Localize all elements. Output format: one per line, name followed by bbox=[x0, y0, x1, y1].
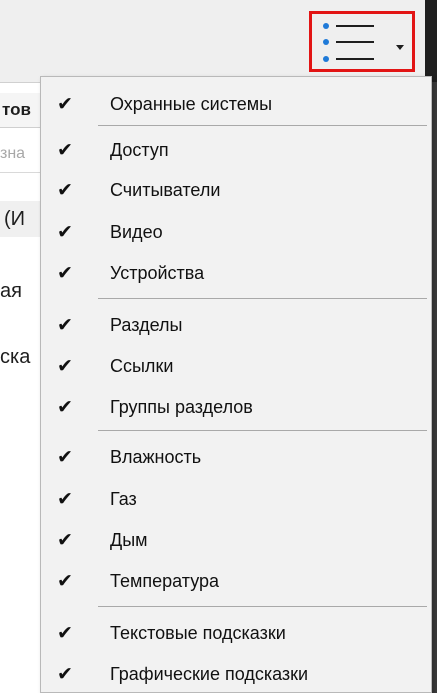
chevron-down-icon bbox=[396, 45, 404, 50]
menu-item-readers[interactable]: ✔ Считыватели bbox=[41, 170, 431, 210]
list-item[interactable]: ска bbox=[0, 341, 40, 373]
menu-item-label: Охранные системы bbox=[110, 94, 273, 114]
checkmark-icon: ✔ bbox=[57, 179, 73, 201]
menu-separator bbox=[98, 125, 427, 126]
checkmark-icon: ✔ bbox=[57, 570, 73, 592]
menu-item-devices[interactable]: ✔ Устройства bbox=[41, 253, 431, 293]
menu-item-label: Видео bbox=[110, 222, 163, 242]
menu-item-label: Считыватели bbox=[110, 180, 221, 200]
checkmark-icon: ✔ bbox=[57, 396, 73, 418]
menu-item-security-systems[interactable]: ✔ Охранные системы bbox=[41, 84, 431, 124]
menu-item-label: Дым bbox=[110, 530, 148, 550]
bullet-dot-icon bbox=[323, 23, 329, 29]
background-panel: тов зна (И ая ска bbox=[0, 83, 40, 693]
checkmark-icon: ✔ bbox=[57, 488, 73, 510]
checkmark-icon: ✔ bbox=[57, 446, 73, 468]
column-header[interactable]: тов bbox=[0, 93, 40, 128]
checkmark-icon: ✔ bbox=[57, 622, 73, 644]
menu-item-label: Температура bbox=[110, 571, 220, 591]
checkmark-icon: ✔ bbox=[57, 663, 73, 685]
list-line-icon bbox=[336, 25, 374, 27]
checkmark-icon: ✔ bbox=[57, 529, 73, 551]
menu-item-label: Графические подсказки bbox=[110, 664, 309, 684]
list-view-button[interactable] bbox=[309, 11, 415, 72]
menu-item-label: Разделы bbox=[110, 315, 183, 335]
menu-item-text-hints[interactable]: ✔ Текстовые подсказки bbox=[41, 613, 431, 653]
menu-item-smoke[interactable]: ✔ Дым bbox=[41, 520, 431, 560]
checkmark-icon: ✔ bbox=[57, 221, 73, 243]
bullet-dot-icon bbox=[323, 56, 329, 62]
menu-item-label: Ссылки bbox=[110, 356, 174, 376]
menu-item-links[interactable]: ✔ Ссылки bbox=[41, 346, 431, 386]
list-item[interactable]: ая bbox=[0, 275, 40, 307]
menu-item-label: Влажность bbox=[110, 447, 202, 467]
menu-item-label: Текстовые подсказки bbox=[110, 623, 286, 643]
checkmark-icon: ✔ bbox=[57, 139, 73, 161]
menu-separator bbox=[98, 298, 427, 299]
menu-item-graphic-hints[interactable]: ✔ Графические подсказки bbox=[41, 654, 431, 693]
list-line-icon bbox=[336, 58, 374, 60]
list-line-icon bbox=[336, 41, 374, 43]
checkmark-icon: ✔ bbox=[57, 314, 73, 336]
filter-input[interactable]: зна bbox=[0, 136, 40, 173]
menu-item-temperature[interactable]: ✔ Температура bbox=[41, 561, 431, 601]
menu-item-section-groups[interactable]: ✔ Группы разделов bbox=[41, 387, 431, 427]
menu-separator bbox=[98, 430, 427, 431]
view-options-menu: ✔ Охранные системы ✔ Доступ ✔ Считывател… bbox=[40, 76, 432, 693]
checkmark-icon: ✔ bbox=[57, 93, 73, 115]
app-window: тов зна (И ая ска ✔ Охранные системы ✔ Д… bbox=[0, 0, 437, 693]
checkmark-icon: ✔ bbox=[57, 355, 73, 377]
menu-item-label: Устройства bbox=[110, 263, 205, 283]
menu-item-access[interactable]: ✔ Доступ bbox=[41, 130, 431, 170]
menu-item-gas[interactable]: ✔ Газ bbox=[41, 479, 431, 519]
bullet-dot-icon bbox=[323, 39, 329, 45]
menu-item-label: Газ bbox=[110, 489, 137, 509]
menu-item-label: Группы разделов bbox=[110, 397, 253, 417]
group-row[interactable]: (И bbox=[0, 201, 40, 237]
checkmark-icon: ✔ bbox=[57, 262, 73, 284]
menu-separator bbox=[98, 606, 427, 607]
menu-item-sections[interactable]: ✔ Разделы bbox=[41, 305, 431, 345]
menu-item-video[interactable]: ✔ Видео bbox=[41, 212, 431, 252]
menu-item-humidity[interactable]: ✔ Влажность bbox=[41, 437, 431, 477]
menu-item-label: Доступ bbox=[110, 140, 169, 160]
